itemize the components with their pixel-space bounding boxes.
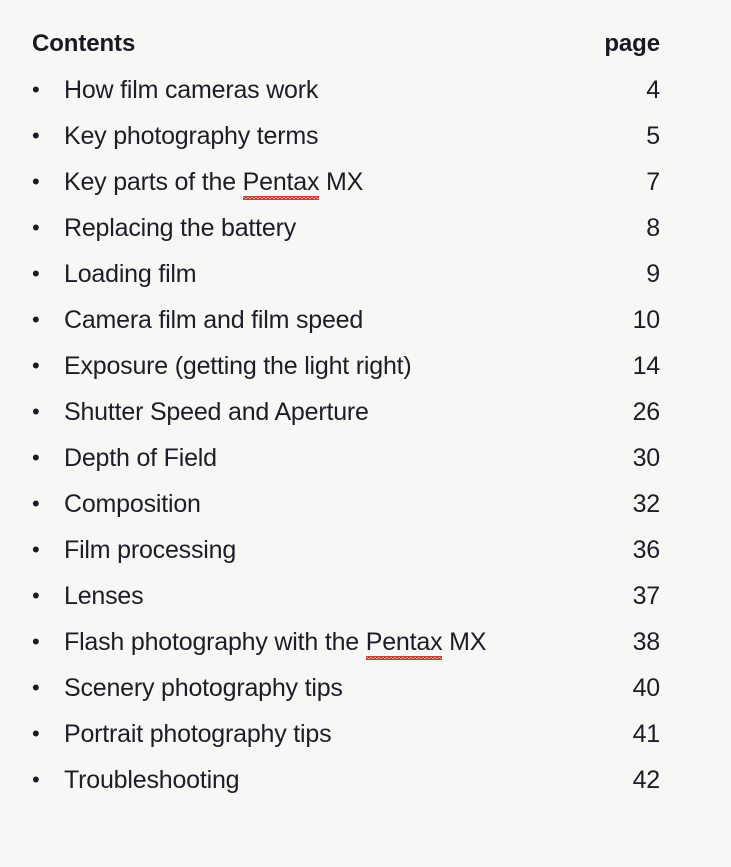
- toc-entry[interactable]: • How film cameras work 4: [0, 76, 731, 122]
- toc-entry-page-number: 8: [646, 214, 660, 242]
- toc-entry[interactable]: • Troubleshooting 42: [0, 766, 731, 812]
- toc-header-row: Contents page: [0, 30, 731, 76]
- bullet-icon: •: [32, 123, 40, 148]
- toc-entry[interactable]: • Shutter Speed and Aperture 26: [0, 398, 731, 444]
- bullet-icon: •: [32, 307, 40, 332]
- toc-entry-page-number: 32: [632, 490, 661, 518]
- toc-entry[interactable]: • Camera film and film speed 10: [0, 306, 731, 352]
- toc-entry-page-number: 5: [646, 122, 660, 150]
- toc-entry[interactable]: • Film processing 36: [0, 536, 731, 582]
- toc-entry[interactable]: • Key parts of the Pentax MX 7: [0, 168, 731, 214]
- toc-entry[interactable]: • Scenery photography tips 40: [0, 674, 731, 720]
- bullet-icon: •: [32, 261, 40, 286]
- toc-entry-label: Replacing the battery: [64, 214, 297, 242]
- toc-entry-page-number: 38: [632, 628, 661, 656]
- table-of-contents: Contents page • How film cameras work 4 • Ke…: [0, 30, 731, 867]
- toc-entry[interactable]: • Loading film 9: [0, 260, 731, 306]
- bullet-icon: •: [32, 767, 40, 792]
- bullet-icon: •: [32, 77, 40, 102]
- bullet-icon: •: [32, 721, 40, 746]
- toc-entry[interactable]: • Lenses 37: [0, 582, 731, 628]
- toc-entry-label: Portrait photography tips: [64, 720, 332, 748]
- toc-entry-label: How film cameras work: [64, 76, 319, 104]
- toc-entry-page-number: 36: [632, 536, 661, 564]
- toc-entry[interactable]: • Portrait photography tips 41: [0, 720, 731, 766]
- toc-entry-label: Lenses: [64, 582, 144, 610]
- toc-entry-page-number: 7: [646, 168, 660, 196]
- toc-entry-label: Scenery photography tips: [64, 674, 343, 702]
- page-title: Contents: [32, 30, 136, 57]
- bullet-icon: •: [32, 399, 40, 424]
- toc-entry-label: Key parts of the Pentax MX: [64, 168, 620, 197]
- bullet-icon: •: [32, 491, 40, 516]
- toc-entry-label-prefix: Key parts of the: [64, 168, 243, 196]
- toc-entry-label-suffix: MX: [442, 628, 487, 656]
- toc-entry-label: Exposure (getting the light right): [64, 352, 412, 380]
- toc-entry[interactable]: • Replacing the battery 8: [0, 214, 731, 260]
- toc-entry-page-number: 37: [632, 582, 661, 610]
- bullet-icon: •: [32, 353, 40, 378]
- toc-entry-label: Key photography terms: [64, 122, 319, 150]
- toc-entry[interactable]: • Depth of Field 30: [0, 444, 731, 490]
- toc-entry-label: Composition: [64, 490, 201, 518]
- bullet-icon: •: [32, 583, 40, 608]
- toc-entry[interactable]: • Exposure (getting the light right) 14: [0, 352, 731, 398]
- toc-entry-page-number: 40: [632, 674, 661, 702]
- spellcheck-flagged-word[interactable]: Pentax: [243, 168, 320, 196]
- bullet-icon: •: [32, 215, 40, 240]
- toc-entry-page-number: 9: [646, 260, 660, 288]
- toc-entry[interactable]: • Key photography terms 5: [0, 122, 731, 168]
- bullet-icon: •: [32, 537, 40, 562]
- spellcheck-flagged-word[interactable]: Pentax: [366, 628, 443, 656]
- toc-entry-page-number: 4: [646, 76, 660, 104]
- toc-entry-label-prefix: Flash photography with the: [64, 628, 366, 656]
- bullet-icon: •: [32, 629, 40, 654]
- toc-entry[interactable]: • Composition 32: [0, 490, 731, 536]
- bullet-icon: •: [32, 675, 40, 700]
- toc-entry-label: Shutter Speed and Aperture: [64, 398, 369, 426]
- bullet-icon: •: [32, 169, 40, 194]
- toc-entry-page-number: 10: [632, 306, 661, 334]
- toc-entry-label-suffix: MX: [319, 168, 364, 196]
- page-column-header: page: [604, 30, 660, 57]
- toc-entry-page-number: 26: [632, 398, 661, 426]
- toc-entry-page-number: 30: [632, 444, 661, 472]
- toc-entry-label: Loading film: [64, 260, 197, 288]
- toc-entry-label: Flash photography with the Pentax MX: [64, 628, 620, 657]
- toc-entry-label: Troubleshooting: [64, 766, 240, 794]
- toc-entry-label: Depth of Field: [64, 444, 217, 472]
- toc-entry-list: • How film cameras work 4 • Key photography …: [0, 76, 731, 812]
- toc-entry-page-number: 41: [632, 720, 661, 748]
- toc-entry-label: Camera film and film speed: [64, 306, 364, 334]
- toc-entry-label: Film processing: [64, 536, 237, 564]
- toc-entry[interactable]: • Flash photography with the Pentax MX 38: [0, 628, 731, 674]
- toc-entry-page-number: 14: [632, 352, 661, 380]
- toc-entry-page-number: 42: [632, 766, 661, 794]
- bullet-icon: •: [32, 445, 40, 470]
